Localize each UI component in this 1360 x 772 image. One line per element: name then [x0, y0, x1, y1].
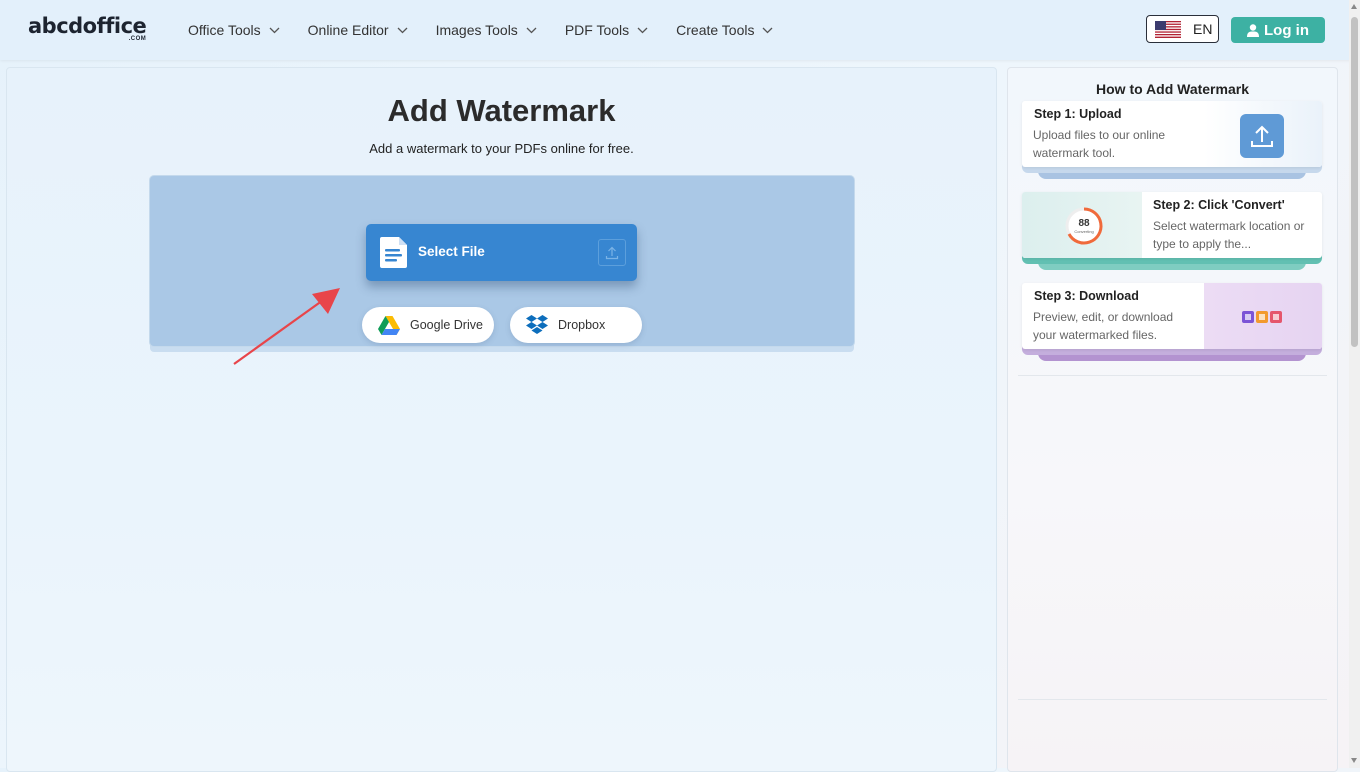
- progress-value: 88: [1078, 218, 1090, 229]
- step-card-upload: Step 1: Upload Upload files to our onlin…: [1022, 101, 1322, 187]
- nav-online-editor[interactable]: Online Editor: [308, 22, 408, 38]
- step-title: Step 3: Download: [1034, 289, 1139, 303]
- scroll-down-icon[interactable]: [1351, 758, 1357, 763]
- google-drive-button[interactable]: Google Drive: [362, 307, 494, 343]
- us-flag-icon: [1155, 20, 1181, 38]
- progress-illustration: 88 Converting: [1022, 192, 1142, 258]
- main-panel: [6, 67, 997, 772]
- sidebar-divider: [1018, 375, 1327, 376]
- chevron-down-icon: [269, 27, 280, 33]
- sidebar-title: How to Add Watermark: [1096, 81, 1249, 97]
- nav-office-tools[interactable]: Office Tools: [188, 22, 280, 38]
- card-body: Step 3: Download Preview, edit, or downl…: [1022, 283, 1322, 349]
- login-button[interactable]: Log in: [1231, 17, 1325, 43]
- user-icon: [1247, 23, 1259, 37]
- chevron-down-icon: [763, 27, 773, 33]
- nav-pdf-tools[interactable]: PDF Tools: [565, 22, 648, 38]
- scroll-up-icon[interactable]: [1351, 4, 1357, 9]
- logo-text: abcdoffice: [28, 14, 147, 38]
- step-card-convert: 88 Converting Step 2: Click 'Convert' Se…: [1022, 192, 1322, 278]
- login-label: Log in: [1264, 21, 1309, 39]
- red-pointer-arrow-icon: [233, 288, 340, 365]
- nav-label: PDF Tools: [564, 22, 630, 38]
- download-illustration: [1204, 283, 1322, 349]
- chevron-down-icon: [397, 27, 408, 33]
- page-scrollbar[interactable]: [1349, 0, 1360, 768]
- step-description: Select watermark location or type to app…: [1153, 219, 1305, 251]
- scrollbar-thumb[interactable]: [1351, 17, 1358, 347]
- nav-label: Office Tools: [188, 22, 261, 38]
- card-body: 88 Converting Step 2: Click 'Convert' Se…: [1022, 192, 1322, 258]
- upload-icon: [1240, 114, 1284, 158]
- sidebar-divider: [1018, 699, 1327, 700]
- language-selector[interactable]: EN: [1146, 15, 1219, 43]
- page-title: Add Watermark: [387, 93, 616, 128]
- dropbox-button[interactable]: Dropbox: [510, 307, 642, 343]
- site-logo[interactable]: abcdoffice .COM: [28, 14, 147, 42]
- google-drive-icon: [378, 315, 400, 335]
- document-icon: [380, 237, 407, 268]
- logo-domain: .COM: [128, 36, 147, 42]
- step-title: Step 2: Click 'Convert': [1153, 198, 1285, 212]
- file-types-icon: [1242, 311, 1282, 323]
- language-code: EN: [1193, 21, 1213, 37]
- page-subtitle: Add a watermark to your PDFs online for …: [369, 141, 634, 156]
- step-description: Preview, edit, or download your watermar…: [1033, 310, 1174, 342]
- main-nav: Office Tools Online Editor Images Tools …: [188, 0, 801, 60]
- step-description: Upload files to our online watermark too…: [1033, 128, 1166, 160]
- nav-label: Images Tools: [435, 22, 518, 38]
- upload-illustration: [1204, 101, 1322, 167]
- dropbox-icon: [526, 315, 548, 334]
- nav-images-tools[interactable]: Images Tools: [436, 22, 537, 38]
- nav-label: Create Tools: [676, 22, 755, 38]
- dropbox-label: Dropbox: [558, 318, 606, 332]
- chevron-down-icon: [526, 27, 537, 33]
- step-title: Step 1: Upload: [1034, 107, 1122, 121]
- card-body: Step 1: Upload Upload files to our onlin…: [1022, 101, 1322, 167]
- step-card-download: Step 3: Download Preview, edit, or downl…: [1022, 283, 1322, 369]
- nav-label: Online Editor: [307, 22, 389, 38]
- upload-icon: [598, 239, 626, 266]
- select-file-label: Select File: [418, 244, 485, 259]
- chevron-down-icon: [637, 27, 648, 33]
- select-file-button[interactable]: Select File: [366, 224, 637, 281]
- top-header: abcdoffice .COM Office Tools Online Edit…: [0, 0, 1360, 60]
- progress-caption: Converting: [1074, 229, 1094, 234]
- google-drive-label: Google Drive: [410, 318, 483, 332]
- nav-create-tools[interactable]: Create Tools: [676, 22, 773, 38]
